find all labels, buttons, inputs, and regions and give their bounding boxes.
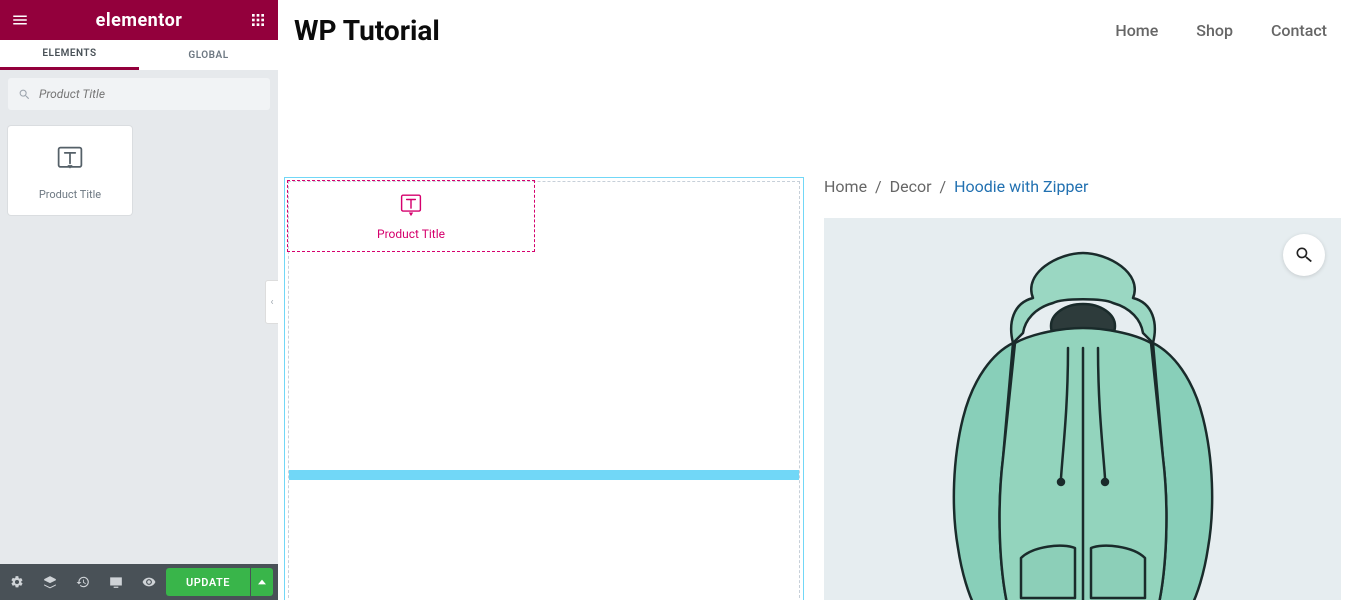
navigator-icon[interactable] (33, 564, 66, 600)
apps-icon[interactable] (238, 0, 278, 40)
menu-icon[interactable] (0, 0, 40, 40)
elementor-brand: elementor (96, 10, 183, 31)
preview-icon[interactable] (133, 564, 166, 600)
site-header: WP Tutorial Home Shop Contact (278, 0, 1347, 57)
preview-area: WP Tutorial Home Shop Contact Product Ti… (278, 0, 1347, 600)
tab-elements[interactable]: ELEMENTS (0, 40, 139, 70)
site-title: WP Tutorial (294, 14, 440, 47)
product-image[interactable] (824, 218, 1341, 600)
update-caret-button[interactable] (251, 568, 273, 596)
nav-home[interactable]: Home (1115, 21, 1158, 40)
search-box[interactable] (8, 78, 270, 110)
tab-global[interactable]: GLOBAL (139, 40, 278, 70)
history-icon[interactable] (66, 564, 99, 600)
settings-icon[interactable] (0, 564, 33, 600)
update-group: UPDATE (166, 568, 278, 596)
drop-widget-label: Product Title (377, 227, 445, 241)
product-title-drop-widget[interactable]: Product Title (287, 180, 535, 252)
panel-tabs: ELEMENTS GLOBAL (0, 40, 278, 70)
breadcrumb-sep: / (871, 177, 886, 196)
hoodie-illustration (903, 248, 1263, 600)
editor-left-column: Product Title (284, 177, 804, 600)
update-button[interactable]: UPDATE (166, 568, 250, 596)
sidebar-header: elementor (0, 0, 278, 40)
section-inner[interactable]: Product Title (288, 181, 800, 600)
caret-up-icon (258, 578, 266, 586)
drop-indicator-bar[interactable] (289, 470, 799, 480)
site-nav: Home Shop Contact (1115, 21, 1327, 40)
collapse-sidebar-handle[interactable]: ‹ (265, 280, 279, 324)
breadcrumb-decor[interactable]: Decor (890, 177, 932, 196)
product-title-widget-icon (55, 144, 85, 174)
editor-right-column: Home / Decor / Hoodie with Zipper (824, 177, 1341, 600)
breadcrumb-sep: / (935, 177, 950, 196)
breadcrumb: Home / Decor / Hoodie with Zipper (824, 177, 1341, 196)
sidebar-footer: UPDATE (0, 564, 278, 600)
breadcrumb-home[interactable]: Home (824, 177, 867, 196)
search-wrap (0, 70, 278, 118)
zoom-button[interactable] (1283, 234, 1325, 276)
widget-search-input[interactable] (39, 87, 260, 101)
breadcrumb-current: Hoodie with Zipper (954, 177, 1088, 196)
section-outline[interactable]: Product Title (284, 177, 804, 600)
search-icon (1294, 245, 1314, 265)
widgets-list: Product Title (0, 118, 278, 564)
elementor-sidebar: elementor ELEMENTS GLOBAL Product Title … (0, 0, 278, 600)
search-icon (18, 88, 31, 101)
canvas-area: Product Title Home / Decor / Hoodie with… (278, 57, 1347, 600)
responsive-icon[interactable] (100, 564, 133, 600)
nav-shop[interactable]: Shop (1196, 21, 1233, 40)
widget-label: Product Title (39, 188, 101, 201)
widget-product-title[interactable]: Product Title (8, 126, 132, 215)
nav-contact[interactable]: Contact (1271, 21, 1327, 40)
product-title-drop-icon (398, 193, 424, 219)
